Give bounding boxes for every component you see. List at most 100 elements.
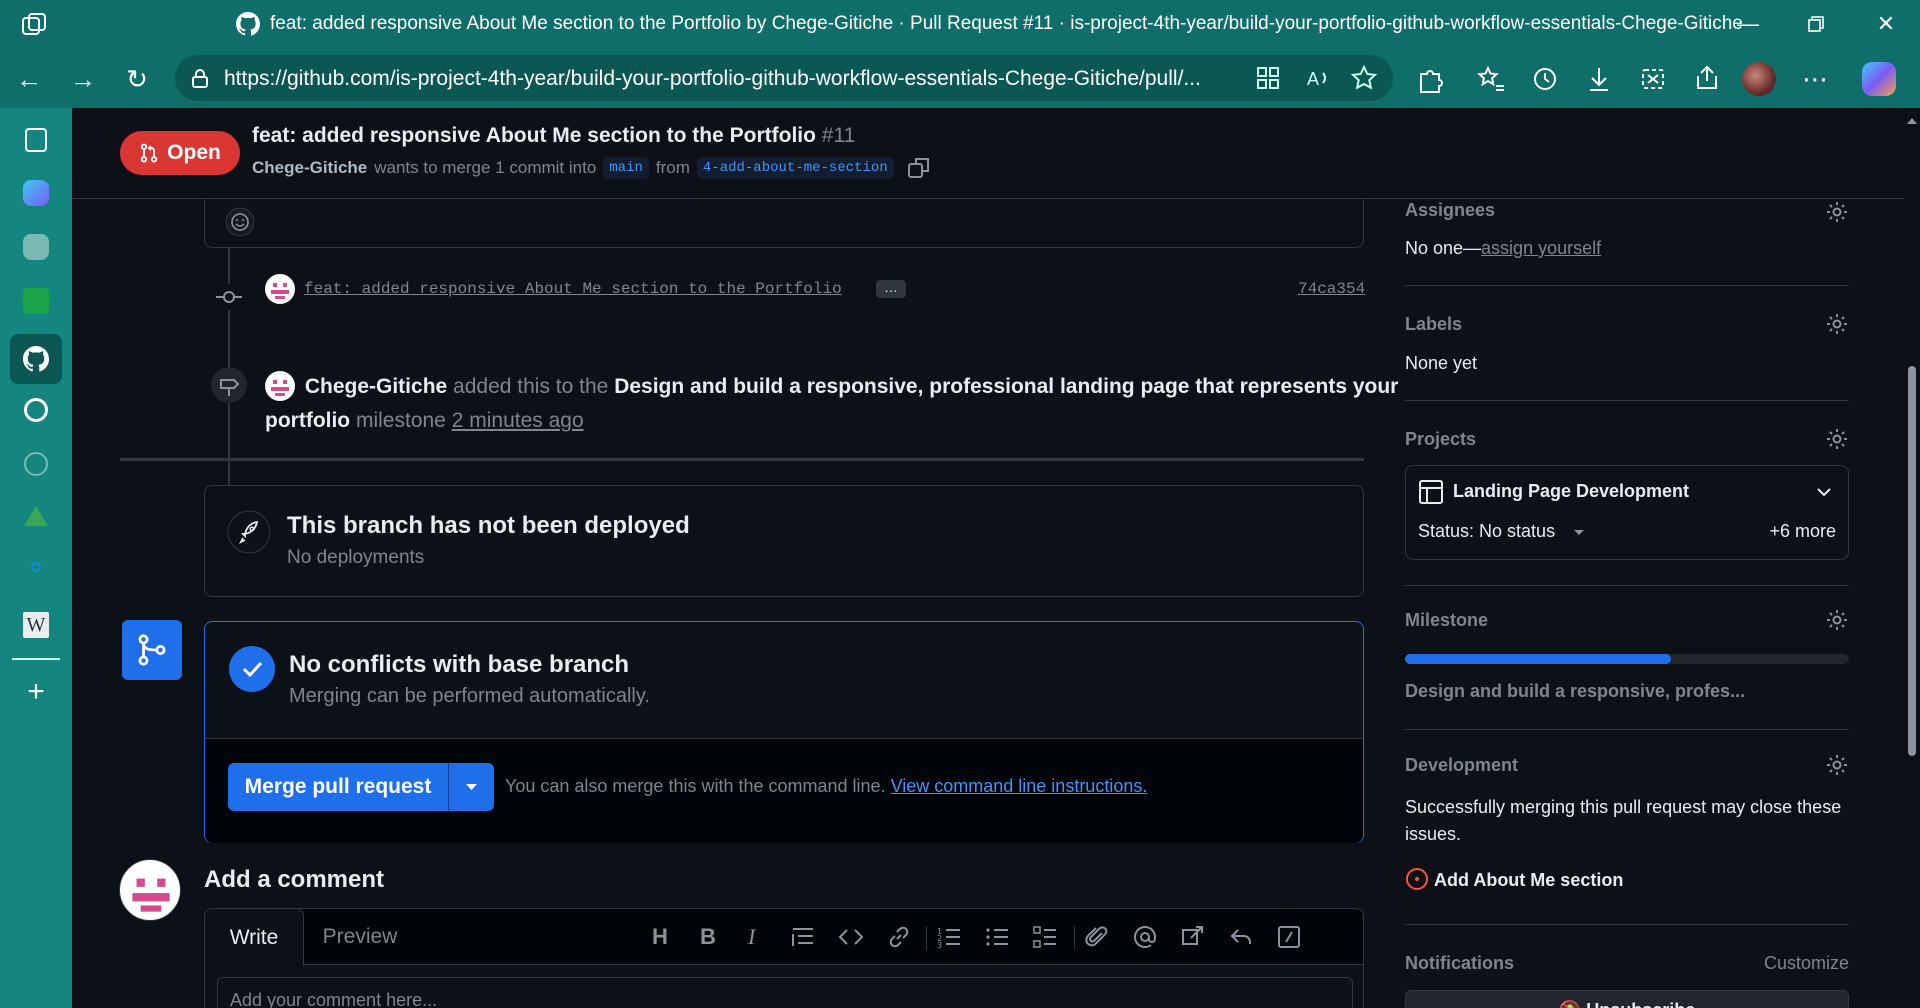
assign-yourself-link[interactable]: assign yourself [1481, 238, 1601, 258]
copy-icon[interactable] [907, 156, 931, 180]
identicon-icon [132, 878, 170, 912]
link-icon[interactable] [886, 924, 912, 950]
lock-icon[interactable] [189, 67, 211, 89]
sheets-icon[interactable] [23, 288, 49, 314]
history-icon[interactable] [1528, 62, 1562, 96]
heading-icon[interactable]: H [652, 924, 668, 950]
commit-message-link[interactable]: feat: added responsive About Me section … [304, 280, 842, 298]
cross-reference-icon[interactable] [1180, 924, 1206, 950]
share-icon[interactable] [1690, 62, 1724, 96]
projects-title[interactable]: Projects [1405, 429, 1476, 450]
git-commit-icon [216, 284, 242, 310]
ordered-list-icon[interactable]: 123 [936, 924, 962, 950]
github-logo-icon [23, 346, 50, 372]
attach-icon[interactable] [1084, 924, 1110, 950]
milestone-gear-icon[interactable] [1825, 608, 1849, 632]
read-aloud-icon[interactable]: A [1305, 65, 1331, 91]
slash-commands-icon[interactable] [1276, 924, 1302, 950]
app-available-icon[interactable] [1255, 65, 1281, 91]
merge-pull-request-button[interactable]: Merge pull request [228, 763, 448, 811]
globe-icon[interactable] [24, 452, 48, 476]
head-branch[interactable]: 4-add-about-me-section [696, 157, 894, 179]
project-name[interactable]: Landing Page Development [1453, 481, 1689, 502]
page-scrollbar[interactable] [1904, 108, 1920, 1008]
favorite-star-icon[interactable] [1351, 65, 1377, 91]
code-icon[interactable] [838, 924, 864, 950]
favorites-icon[interactable] [1474, 62, 1508, 96]
assignees-title[interactable]: Assignees [1405, 200, 1495, 221]
customize-link[interactable]: Customize [1764, 953, 1849, 974]
screenshot-icon[interactable] [1636, 62, 1670, 96]
commit-sha-link[interactable]: 74ca354 [1298, 280, 1365, 298]
restore-button[interactable] [1788, 8, 1844, 40]
milestone-title[interactable]: Milestone [1405, 610, 1488, 631]
vertical-tabs-icon[interactable] [25, 128, 47, 152]
merge-options-dropdown[interactable] [449, 763, 494, 811]
development-title[interactable]: Development [1405, 755, 1518, 776]
back-button[interactable]: ← [10, 60, 48, 98]
url-text[interactable]: https://github.com/is-project-4th-year/b… [224, 67, 1224, 91]
close-window-button[interactable]: ✕ [1858, 8, 1914, 40]
assignees-none: No one— [1405, 238, 1482, 258]
sidebar-app-icon[interactable] [23, 234, 49, 260]
scroll-up-arrow-icon[interactable] [1904, 114, 1920, 128]
quote-icon[interactable] [790, 924, 816, 950]
small-app-icon[interactable] [31, 562, 41, 572]
base-branch[interactable]: main [603, 157, 649, 179]
forward-button[interactable]: → [64, 60, 102, 98]
add-reaction-icon[interactable] [225, 207, 255, 237]
tab-actions-icon[interactable] [20, 12, 48, 38]
address-bar[interactable]: https://github.com/is-project-4th-year/b… [175, 55, 1393, 101]
chatgpt-icon[interactable] [24, 398, 48, 422]
tab-preview[interactable]: Preview [305, 909, 415, 965]
assignees-gear-icon[interactable] [1825, 200, 1849, 224]
extensions-icon[interactable] [1413, 62, 1447, 96]
scrollbar-thumb[interactable] [1908, 366, 1916, 756]
projects-gear-icon[interactable] [1825, 427, 1849, 451]
actor-link[interactable]: Chege-Gitiche [305, 375, 447, 398]
pr-state-badge: Open [120, 131, 240, 175]
status-dropdown-icon[interactable] [1571, 524, 1587, 540]
commit-author-avatar[interactable] [265, 274, 295, 304]
pr-author-link[interactable]: Chege-Gitiche [252, 158, 367, 178]
labels-gear-icon[interactable] [1825, 312, 1849, 336]
mention-icon[interactable] [1132, 924, 1158, 950]
comment-textarea[interactable]: Add your comment here... [217, 977, 1353, 1008]
milestone-name-link[interactable]: Design and build a responsive, profes... [1405, 681, 1745, 702]
development-gear-icon[interactable] [1825, 753, 1849, 777]
wikipedia-icon[interactable]: W [23, 612, 49, 638]
add-sidebar-app-icon[interactable]: + [18, 674, 54, 710]
profile-avatar[interactable] [1742, 62, 1776, 96]
project-more-fields[interactable]: +6 more [1769, 521, 1836, 542]
commit-expand-button[interactable]: … [876, 280, 906, 298]
drive-icon[interactable] [24, 506, 48, 526]
copilot-icon[interactable] [1862, 62, 1896, 96]
refresh-button[interactable]: ↻ [118, 60, 156, 98]
milestone-link[interactable]: Design and build a responsive, professio… [614, 375, 1398, 398]
unsubscribe-button[interactable]: 🔕 Unsubscribe [1405, 990, 1849, 1008]
chevron-down-icon[interactable] [1814, 482, 1834, 502]
current-user-avatar[interactable] [119, 859, 181, 921]
tab-write[interactable]: Write [204, 908, 304, 966]
copilot-sidebar-icon[interactable] [23, 180, 49, 206]
command-line-link[interactable]: View command line instructions. [891, 776, 1148, 796]
reply-icon[interactable] [1228, 924, 1254, 950]
github-sidebar-icon[interactable] [10, 334, 62, 384]
event-time-link[interactable]: 2 minutes ago [452, 409, 584, 432]
issue-opened-icon [1406, 868, 1428, 890]
linked-issue-link[interactable]: Add About Me section [1434, 870, 1623, 891]
task-list-icon[interactable] [1032, 924, 1058, 950]
bold-icon[interactable]: B [700, 924, 716, 950]
pr-sticky-header: Open feat: added responsive About Me sec… [72, 108, 1904, 199]
minimize-button[interactable]: — [1720, 8, 1776, 40]
unordered-list-icon[interactable] [984, 924, 1010, 950]
more-options-button[interactable]: ⋯ [1796, 60, 1834, 98]
project-status[interactable]: Status: No status [1418, 521, 1555, 542]
labels-title[interactable]: Labels [1405, 314, 1462, 335]
milestone-link-continued[interactable]: portfolio [265, 409, 350, 432]
github-favicon-icon [236, 12, 260, 36]
merge-title: No conflicts with base branch [289, 651, 630, 678]
italic-icon[interactable]: I [748, 924, 755, 950]
check-circle [229, 646, 275, 692]
downloads-icon[interactable] [1582, 62, 1616, 96]
